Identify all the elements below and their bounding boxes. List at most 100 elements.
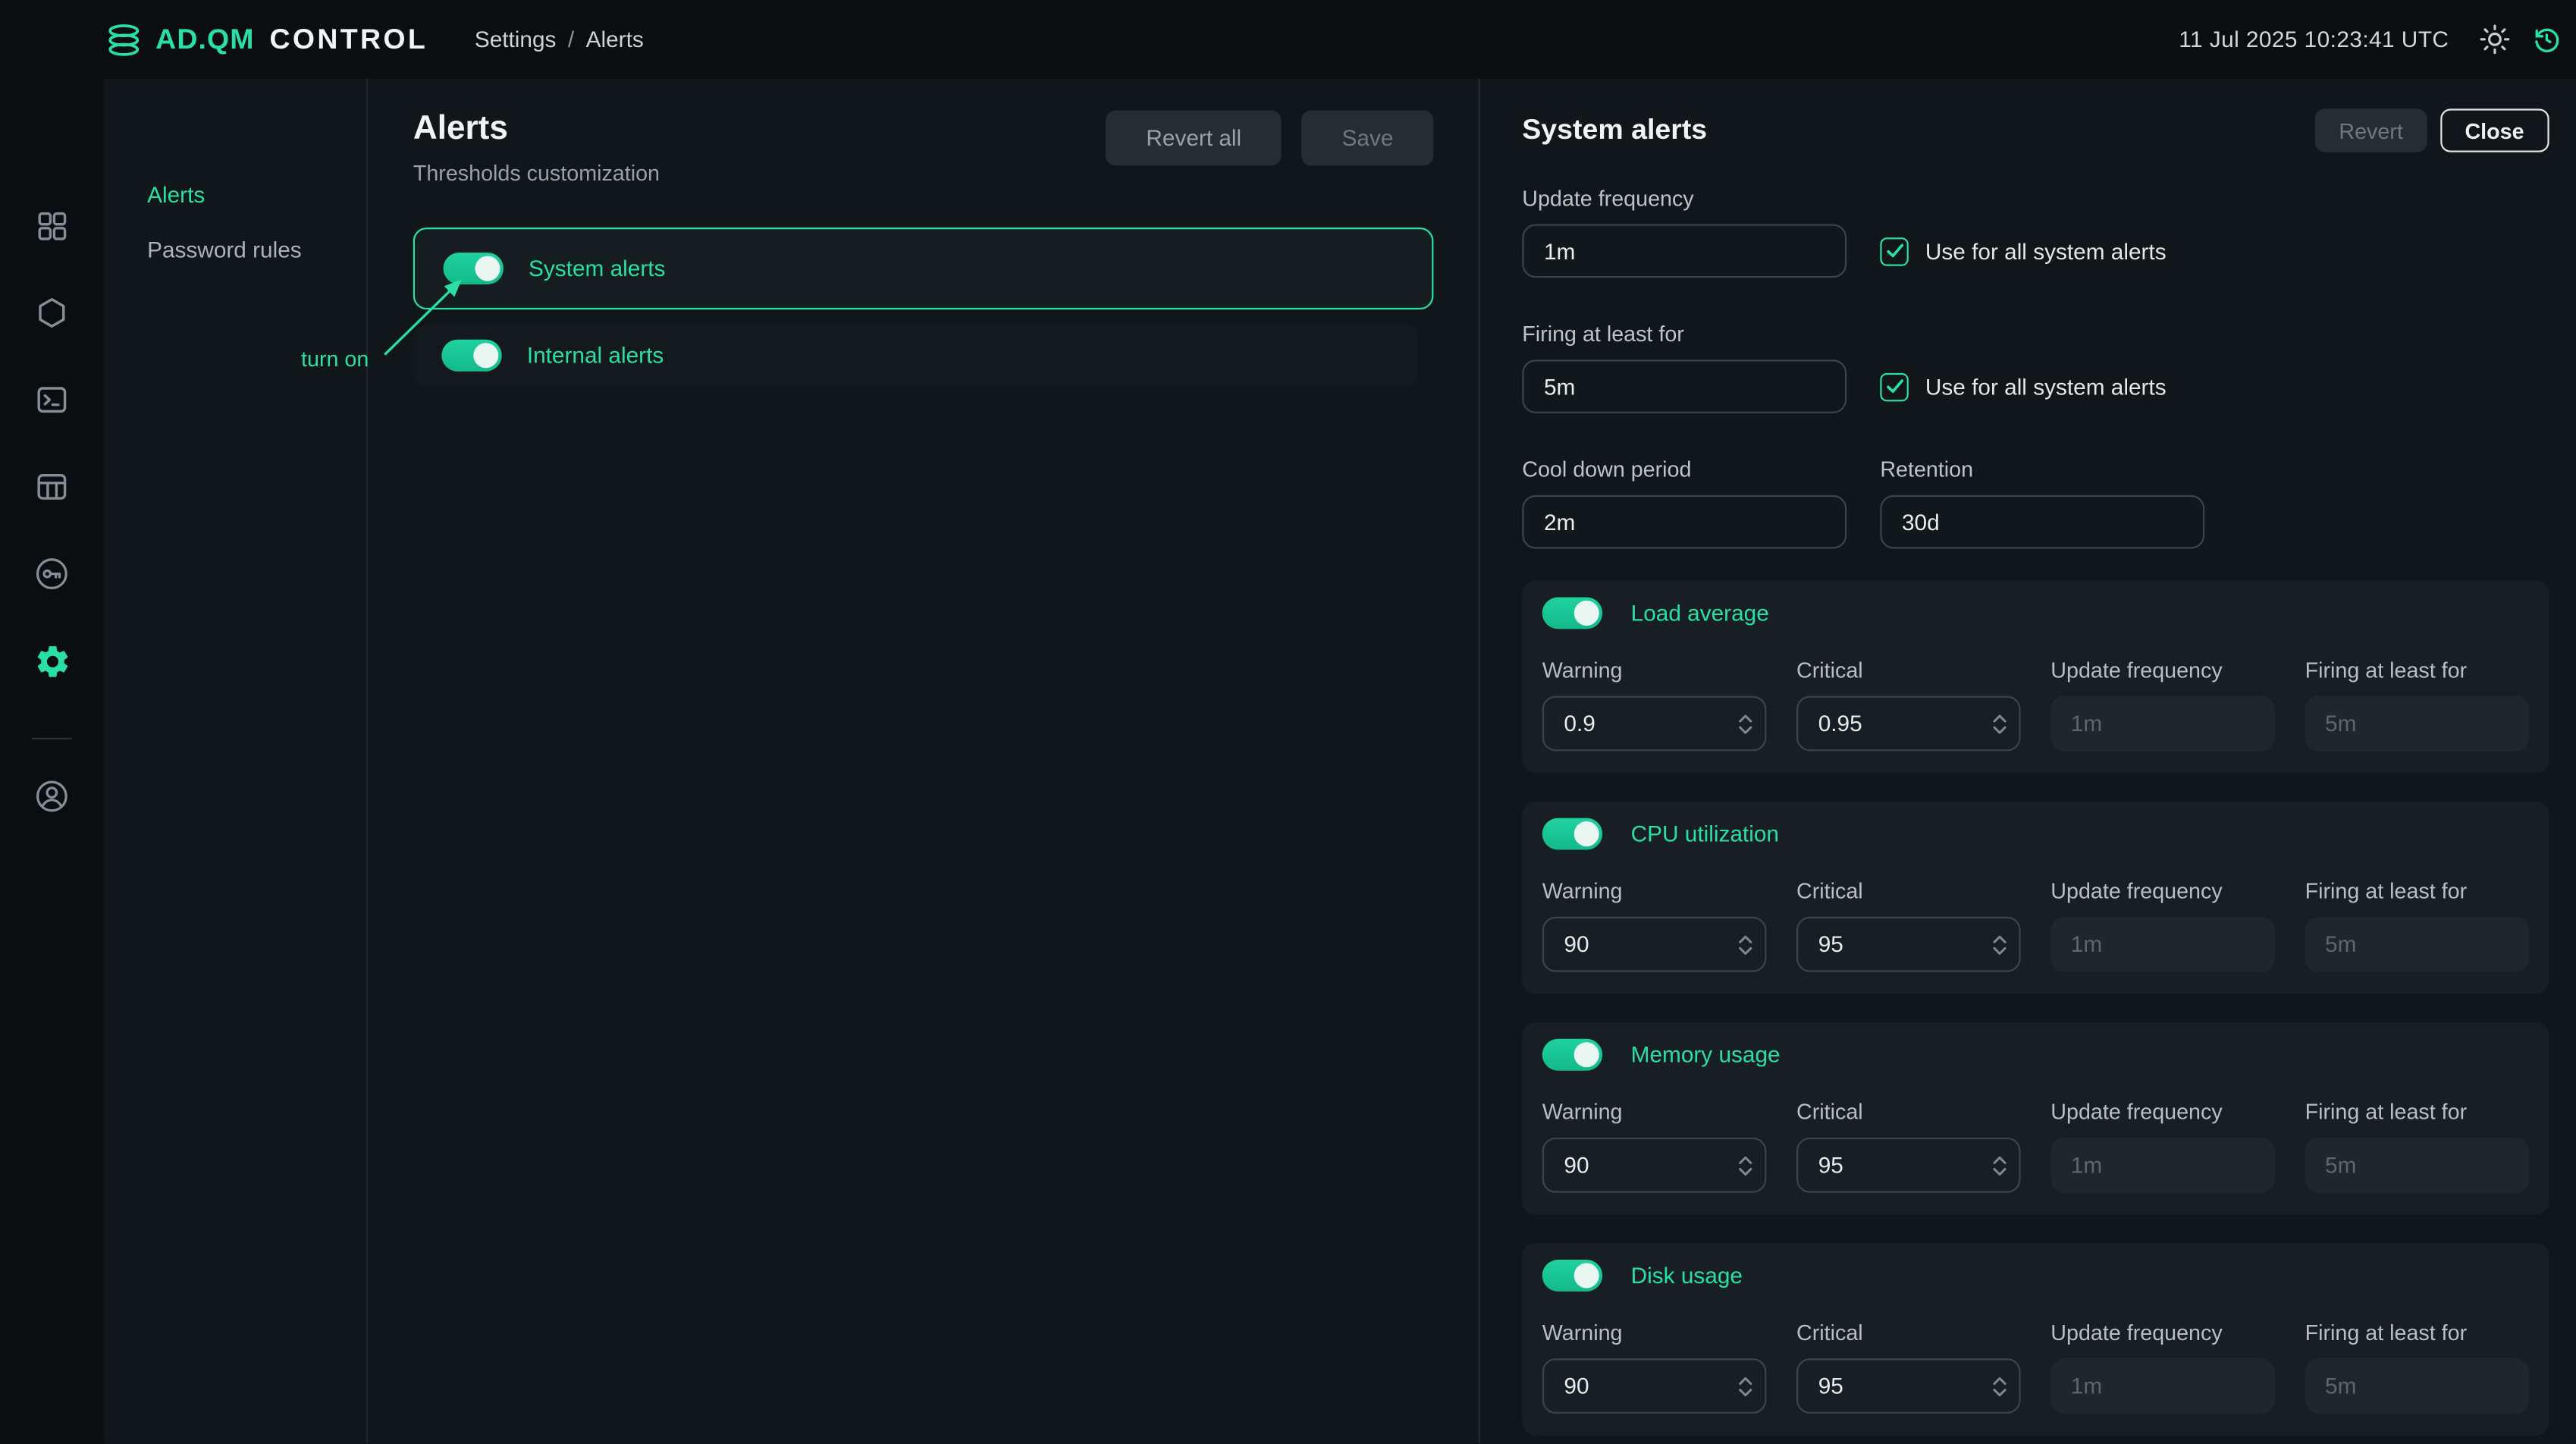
- stepper-icon[interactable]: [1737, 1151, 1755, 1179]
- theme-sun-icon[interactable]: [2479, 24, 2511, 55]
- panel-header: System alerts Revert Close: [1522, 108, 2549, 152]
- stepper-icon[interactable]: [1737, 709, 1755, 737]
- breadcrumb-section[interactable]: Settings: [475, 27, 557, 52]
- critical-input[interactable]: [1796, 696, 2021, 752]
- terminal-icon[interactable]: [32, 380, 72, 420]
- card-update-frequency-input: [2050, 1138, 2275, 1193]
- body-row: Alerts Password rules Alerts Thresholds …: [0, 79, 2576, 1444]
- toggle-knob: [1574, 1042, 1599, 1067]
- metric-card: CPU utilization Warning Critical: [1522, 802, 2549, 994]
- topbar: AD.QM CONTROL Settings / Alerts 11 Jul 2…: [0, 0, 2576, 79]
- alert-type-row[interactable]: Internal alerts: [413, 325, 1419, 387]
- critical-label: Critical: [1796, 878, 2021, 903]
- update-frequency-group: Update frequency Use for all system aler…: [1522, 186, 2549, 278]
- app-root: AD.QM CONTROL Settings / Alerts 11 Jul 2…: [0, 0, 2576, 1444]
- retention-label: Retention: [1880, 457, 2204, 482]
- metric-card: Memory usage Warning Critical: [1522, 1022, 2549, 1215]
- alert-type-row[interactable]: System alerts: [413, 228, 1434, 309]
- use-for-all-label: Use for all system alerts: [1925, 374, 2167, 399]
- critical-input[interactable]: [1796, 917, 2021, 972]
- card-update-frequency-label: Update frequency: [2050, 1099, 2275, 1124]
- alert-type-label: System alerts: [529, 256, 665, 281]
- sidebar-nav-item-label: Password rules: [147, 237, 302, 262]
- metric-name: Memory usage: [1631, 1042, 1781, 1067]
- use-for-all-label: Use for all system alerts: [1925, 238, 2167, 263]
- rail-divider: [32, 738, 72, 739]
- breadcrumb: Settings / Alerts: [475, 27, 644, 52]
- stepper-icon[interactable]: [1991, 1151, 2009, 1179]
- card-firing-input: [2305, 1138, 2530, 1193]
- warning-input[interactable]: [1542, 696, 1767, 752]
- logo[interactable]: AD.QM CONTROL: [104, 19, 428, 59]
- sidebar-nav-item[interactable]: Alerts: [147, 182, 366, 207]
- card-firing-label: Firing at least for: [2305, 1099, 2530, 1124]
- warning-input[interactable]: [1542, 1358, 1767, 1414]
- card-update-frequency-label: Update frequency: [2050, 658, 2275, 683]
- hexagon-icon[interactable]: [32, 293, 72, 333]
- metric-card: Disk usage Warning Critical: [1522, 1243, 2549, 1436]
- metric-toggle[interactable]: [1542, 597, 1602, 629]
- icon-rail: [0, 79, 104, 1444]
- annotation-text: turn on: [301, 347, 369, 372]
- save-button[interactable]: Save: [1302, 111, 1434, 166]
- alerts-header: Alerts Thresholds customization Revert a…: [413, 111, 1434, 186]
- revert-all-button[interactable]: Revert all: [1106, 111, 1282, 166]
- metric-name: Disk usage: [1631, 1263, 1743, 1288]
- critical-input[interactable]: [1796, 1358, 2021, 1414]
- metric-toggle[interactable]: [1542, 1039, 1602, 1071]
- revert-button[interactable]: Revert: [2315, 108, 2426, 152]
- stepper-icon[interactable]: [1991, 1372, 2009, 1400]
- sidebar-nav-item[interactable]: Password rules: [147, 237, 366, 262]
- critical-label: Critical: [1796, 1099, 2021, 1124]
- metric-name: Load average: [1631, 601, 1769, 626]
- settings-gear-icon[interactable]: [32, 641, 72, 681]
- stepper-icon[interactable]: [1737, 930, 1755, 958]
- toggle-knob: [1574, 601, 1599, 626]
- breadcrumb-separator: /: [568, 27, 574, 52]
- alert-type-label: Internal alerts: [527, 343, 664, 368]
- metric-toggle[interactable]: [1542, 1260, 1602, 1292]
- critical-label: Critical: [1796, 1320, 2021, 1345]
- alert-toggle[interactable]: [444, 253, 504, 284]
- page-title: Alerts: [413, 111, 660, 149]
- keys-icon[interactable]: [32, 554, 72, 594]
- cooldown-input[interactable]: [1522, 495, 1846, 549]
- firing-input[interactable]: [1522, 359, 1846, 413]
- metric-toggle[interactable]: [1542, 818, 1602, 850]
- warning-input[interactable]: [1542, 1138, 1767, 1193]
- metric-cards: Load average Warning Critical: [1522, 580, 2549, 1435]
- stepper-icon[interactable]: [1991, 930, 2009, 958]
- tables-icon[interactable]: [32, 466, 72, 507]
- use-for-all-checkbox[interactable]: [1880, 237, 1908, 265]
- update-frequency-input[interactable]: [1522, 224, 1846, 278]
- cooldown-retention-row: Cool down period Retention: [1522, 457, 2549, 548]
- alert-toggle[interactable]: [441, 340, 501, 372]
- warning-label: Warning: [1542, 1099, 1767, 1124]
- card-update-frequency-input: [2050, 1358, 2275, 1414]
- toggle-knob: [1574, 1263, 1599, 1288]
- card-update-frequency-label: Update frequency: [2050, 878, 2275, 903]
- toggle-knob: [474, 256, 499, 281]
- stepper-icon[interactable]: [1991, 709, 2009, 737]
- card-firing-label: Firing at least for: [2305, 878, 2530, 903]
- warning-label: Warning: [1542, 878, 1767, 903]
- logo-secondary: CONTROL: [270, 23, 428, 56]
- panel-title: System alerts: [1522, 114, 2315, 147]
- cooldown-label: Cool down period: [1522, 457, 1846, 482]
- metric-name: CPU utilization: [1631, 821, 1779, 846]
- stepper-icon[interactable]: [1737, 1372, 1755, 1400]
- close-button[interactable]: Close: [2440, 108, 2549, 152]
- card-update-frequency-label: Update frequency: [2050, 1320, 2275, 1345]
- history-icon[interactable]: [2531, 24, 2562, 55]
- firing-label: Firing at least for: [1522, 322, 2549, 347]
- profile-icon[interactable]: [32, 776, 72, 816]
- warning-input[interactable]: [1542, 917, 1767, 972]
- utc-datetime: 11 Jul 2025 10:23:41 UTC: [2179, 27, 2449, 52]
- card-firing-input: [2305, 917, 2530, 972]
- use-for-all-checkbox[interactable]: [1880, 372, 1908, 400]
- retention-input[interactable]: [1880, 495, 2204, 549]
- alerts-main: Alerts Thresholds customization Revert a…: [368, 79, 1480, 1444]
- critical-label: Critical: [1796, 658, 2021, 683]
- critical-input[interactable]: [1796, 1138, 2021, 1193]
- dashboard-icon[interactable]: [32, 206, 72, 246]
